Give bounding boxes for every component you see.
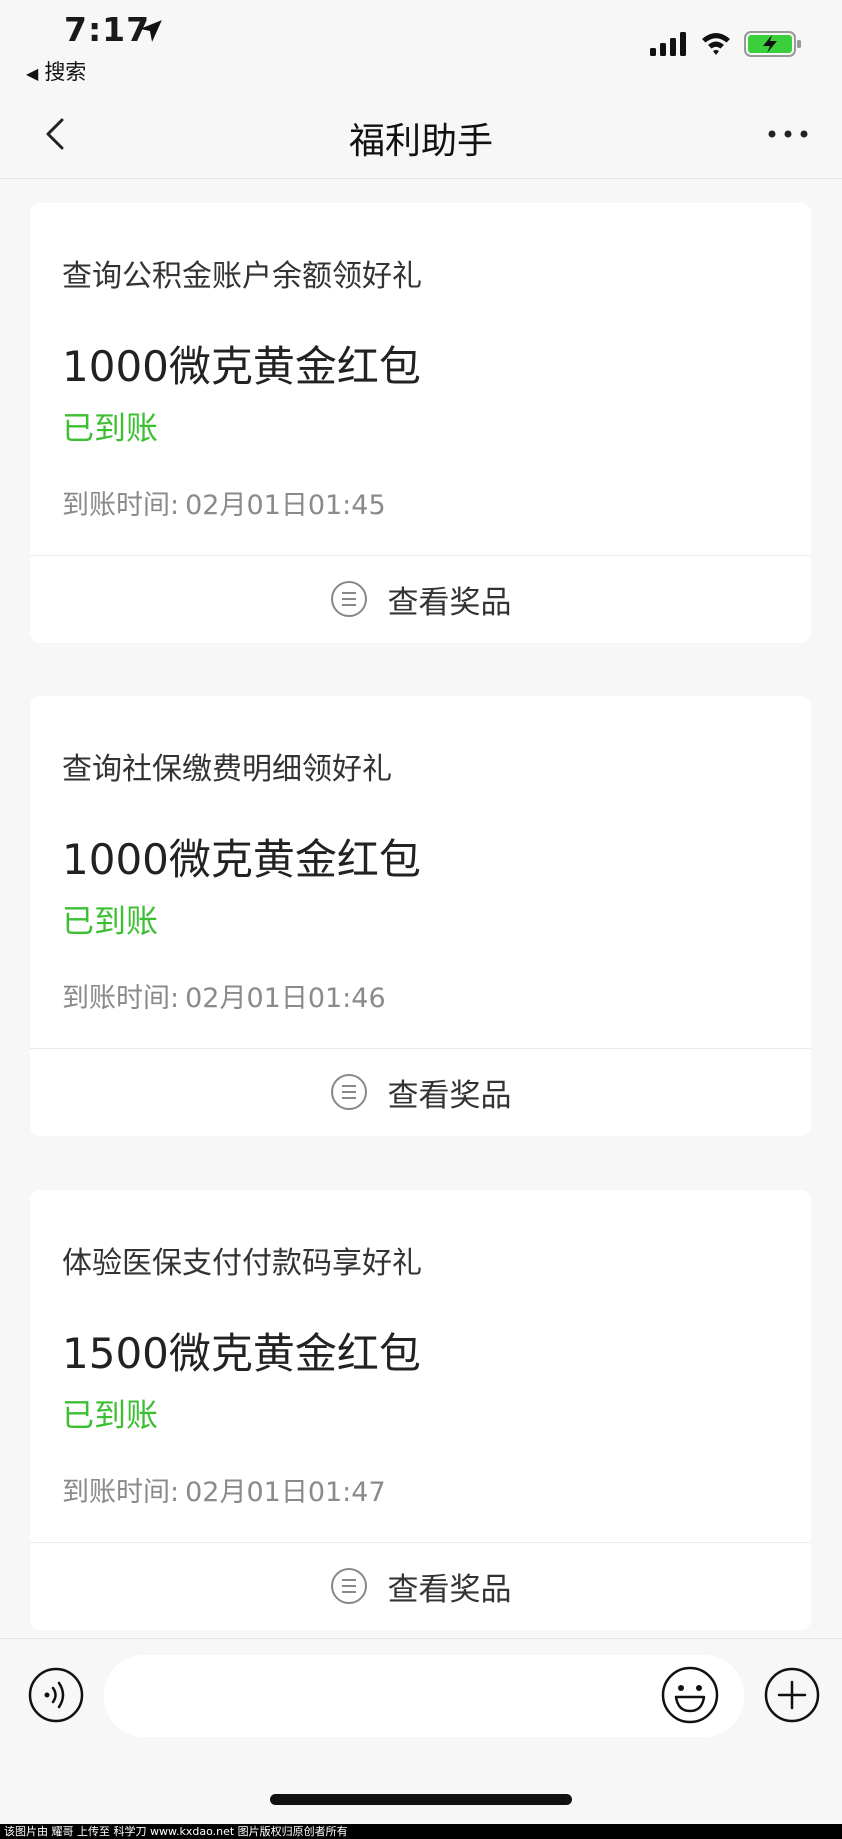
time-label: 到账时间: bbox=[62, 983, 180, 1014]
view-prize-label: 查看奖品 bbox=[387, 1571, 512, 1608]
card-amount: 1000微克黄金红包 bbox=[62, 835, 421, 884]
card-title: 体验医保支付付款码享好礼 bbox=[62, 1246, 422, 1281]
home-indicator[interactable] bbox=[270, 1794, 572, 1805]
back-triangle-icon: ◀ bbox=[26, 64, 39, 83]
card-status: 已到账 bbox=[62, 902, 159, 940]
card-time: 到账时间: 02月01日01:46 bbox=[62, 976, 386, 1015]
card-title: 查询社保缴费明细领好礼 bbox=[62, 752, 392, 787]
list-icon bbox=[330, 1568, 367, 1604]
message-feed: 查询公积金账户余额领好礼 1000微克黄金红包 已到账 到账时间: 02月01日0… bbox=[0, 178, 842, 1638]
view-prize-label: 查看奖品 bbox=[387, 584, 512, 621]
card-status: 已到账 bbox=[62, 409, 159, 447]
time-value: 02月01日01:47 bbox=[185, 1477, 386, 1508]
card-time: 到账时间: 02月01日01:47 bbox=[62, 1470, 386, 1509]
reward-card: 查询社保缴费明细领好礼 1000微克黄金红包 已到账 到账时间: 02月01日01… bbox=[30, 696, 811, 1136]
location-arrow-icon bbox=[140, 20, 162, 42]
navigation-bar: 福利助手 bbox=[0, 90, 842, 179]
time-value: 02月01日01:45 bbox=[185, 490, 386, 521]
status-bar: 7:17 ◀ 搜索 bbox=[0, 0, 842, 90]
list-icon bbox=[330, 581, 367, 617]
list-icon bbox=[330, 1074, 367, 1110]
reward-card: 体验医保支付付款码享好礼 1500微克黄金红包 已到账 到账时间: 02月01日0… bbox=[30, 1190, 811, 1630]
card-title: 查询公积金账户余额领好礼 bbox=[62, 259, 422, 294]
back-to-app-link[interactable]: ◀ 搜索 bbox=[26, 56, 86, 86]
cellular-signal-icon bbox=[650, 32, 686, 56]
view-prize-button[interactable]: 查看奖品 bbox=[30, 1048, 811, 1136]
reward-card: 查询公积金账户余额领好礼 1000微克黄金红包 已到账 到账时间: 02月01日0… bbox=[30, 203, 811, 643]
page-title: 福利助手 bbox=[348, 121, 493, 162]
back-app-label: 搜索 bbox=[44, 60, 87, 84]
card-time: 到账时间: 02月01日01:45 bbox=[62, 483, 386, 522]
view-prize-button[interactable]: 查看奖品 bbox=[30, 555, 811, 643]
voice-icon[interactable] bbox=[28, 1667, 84, 1723]
time-value: 02月01日01:46 bbox=[185, 983, 386, 1014]
more-dots-icon[interactable] bbox=[764, 112, 812, 156]
battery-charging-icon bbox=[744, 31, 801, 57]
card-amount: 1000微克黄金红包 bbox=[62, 342, 421, 391]
card-amount: 1500微克黄金红包 bbox=[62, 1329, 421, 1378]
message-input[interactable] bbox=[104, 1655, 744, 1737]
plus-icon[interactable] bbox=[764, 1667, 820, 1723]
time-label: 到账时间: bbox=[62, 1477, 180, 1508]
view-prize-label: 查看奖品 bbox=[387, 1077, 512, 1114]
watermark: 该图片由 耀哥 上传至 科学刀 www.kxdao.net 图片版权归原创者所有 bbox=[0, 1824, 842, 1839]
view-prize-button[interactable]: 查看奖品 bbox=[30, 1542, 811, 1630]
card-status: 已到账 bbox=[62, 1396, 159, 1434]
chat-input-bar bbox=[0, 1638, 842, 1754]
emoji-icon[interactable] bbox=[660, 1665, 720, 1725]
time-label: 到账时间: bbox=[62, 490, 180, 521]
wifi-icon bbox=[702, 33, 730, 55]
